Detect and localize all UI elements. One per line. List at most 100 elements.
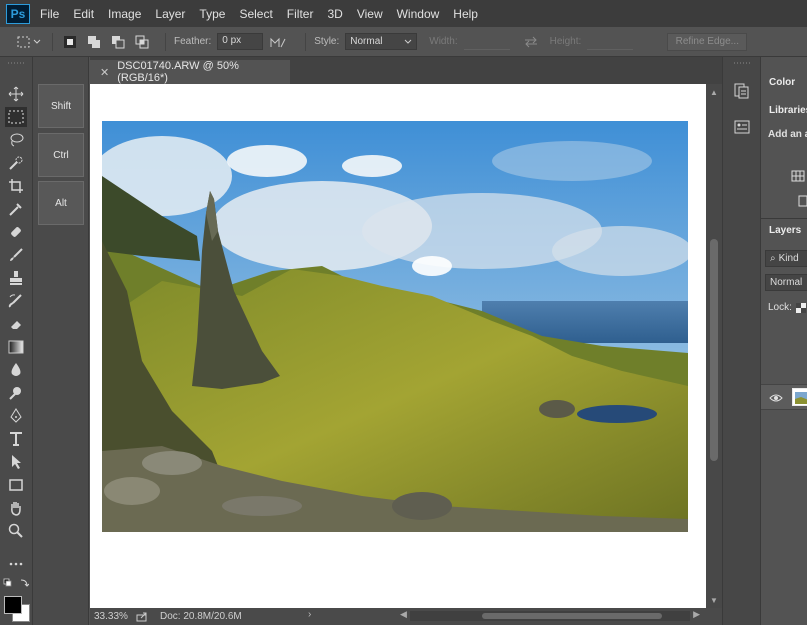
scroll-right-icon[interactable]: ▶: [693, 609, 700, 620]
vertical-scroll-thumb[interactable]: [710, 239, 718, 461]
zoom-tool[interactable]: [5, 521, 27, 541]
menu-window[interactable]: Window: [397, 7, 440, 21]
menu-bar: Ps File Edit Image Layer Type Select Fil…: [0, 0, 807, 27]
menu-3d[interactable]: 3D: [327, 7, 342, 21]
move-icon: [8, 86, 24, 102]
feather-label: Feather:: [174, 36, 212, 47]
gradient-tool[interactable]: [5, 337, 27, 357]
menu-image[interactable]: Image: [108, 7, 141, 21]
tab-color[interactable]: Color: [761, 70, 807, 94]
vertical-scrollbar[interactable]: ▲ ▼: [706, 84, 722, 608]
blur-tool[interactable]: [5, 360, 27, 380]
height-field[interactable]: [587, 33, 634, 50]
dodge-tool[interactable]: [5, 383, 27, 403]
document-canvas[interactable]: [90, 84, 706, 608]
swap-arrows-icon[interactable]: [524, 36, 538, 48]
scroll-down-icon[interactable]: ▼: [706, 594, 722, 606]
clone-stamp-tool[interactable]: [5, 268, 27, 288]
library-grid-icon[interactable]: [791, 170, 805, 182]
edit-toolbar-button[interactable]: [5, 554, 27, 574]
separator: [305, 32, 307, 51]
refine-edge-button[interactable]: Refine Edge...: [667, 32, 748, 51]
eyedropper-tool[interactable]: [5, 199, 27, 219]
scroll-left-icon[interactable]: ◀: [400, 609, 407, 620]
style-select[interactable]: Normal: [345, 33, 418, 50]
panel-grip-icon[interactable]: [732, 60, 752, 66]
separator: [165, 32, 166, 51]
default-colors-icon[interactable]: [3, 578, 29, 592]
tab-layers[interactable]: Layers: [761, 218, 807, 242]
libraries-add-hint: Add an a: [768, 129, 807, 140]
hand-tool[interactable]: [5, 498, 27, 518]
layer-row-background[interactable]: [761, 384, 807, 410]
add-selection-button[interactable]: [85, 33, 102, 50]
foreground-color-swatch[interactable]: [4, 596, 22, 614]
move-tool[interactable]: [5, 84, 27, 104]
panel-grip-icon[interactable]: [6, 60, 26, 66]
quick-select-tool[interactable]: [5, 153, 27, 173]
pen-tool[interactable]: [5, 406, 27, 426]
menu-file[interactable]: File: [40, 7, 59, 21]
tools-panel: [0, 57, 33, 625]
crop-tool[interactable]: [5, 176, 27, 196]
gradient-icon: [8, 340, 24, 354]
menu-filter[interactable]: Filter: [287, 7, 314, 21]
alt-key-button[interactable]: Alt: [38, 181, 84, 225]
zoom-level[interactable]: 33.33%: [94, 611, 130, 622]
properties-panel-button[interactable]: [727, 113, 757, 141]
visibility-eye-icon[interactable]: [769, 393, 783, 403]
rectangle-tool[interactable]: [5, 475, 27, 495]
pen-icon: [10, 408, 22, 423]
menu-view[interactable]: View: [357, 7, 383, 21]
path-select-tool[interactable]: [5, 452, 27, 472]
landscape-photo-image: [102, 121, 688, 532]
anti-alias-icon[interactable]: [269, 36, 287, 48]
status-menu-arrow-icon[interactable]: ›: [308, 609, 311, 620]
marquee-tool[interactable]: [5, 107, 27, 127]
brush-tool[interactable]: [5, 245, 27, 265]
history-brush-tool[interactable]: [5, 291, 27, 311]
eyedropper-icon: [9, 203, 22, 216]
eraser-tool[interactable]: [5, 314, 27, 334]
share-icon[interactable]: [136, 612, 148, 622]
feather-input[interactable]: 0 px: [217, 33, 264, 50]
blend-mode-select[interactable]: Normal: [765, 274, 807, 291]
intersect-selection-button[interactable]: [133, 33, 150, 50]
ctrl-key-button[interactable]: Ctrl: [38, 133, 84, 177]
shift-key-button[interactable]: Shift: [38, 84, 84, 128]
menu-type[interactable]: Type: [199, 7, 225, 21]
horizontal-scroll-thumb[interactable]: [482, 613, 662, 619]
lock-transparent-icon[interactable]: [796, 303, 806, 313]
layer-filter-kind[interactable]: ⌕ Kind: [765, 250, 807, 267]
blend-mode-value: Normal: [770, 277, 803, 288]
type-icon: [10, 432, 22, 446]
scroll-up-icon[interactable]: ▲: [706, 86, 722, 98]
status-bar: 33.33% Doc: 20.8M/20.6M › ◀ ▶: [90, 608, 723, 625]
horizontal-scrollbar[interactable]: ◀ ▶: [400, 609, 700, 621]
new-selection-button[interactable]: [61, 33, 78, 50]
separator: [52, 32, 53, 51]
menu-edit[interactable]: Edit: [73, 7, 94, 21]
lasso-icon: [10, 133, 24, 147]
history-panel-button[interactable]: [727, 77, 757, 105]
eraser-icon: [11, 321, 21, 329]
menu-help[interactable]: Help: [453, 7, 478, 21]
new-selection-icon: [63, 35, 76, 48]
history-brush-icon: [8, 294, 22, 308]
document-tab-strip: ✕ DSC01740.ARW @ 50% (RGB/16*): [90, 57, 723, 84]
tool-preset-picker[interactable]: [14, 32, 44, 52]
tab-libraries[interactable]: Libraries: [761, 98, 807, 122]
healing-brush-tool[interactable]: [5, 222, 27, 242]
menu-layer[interactable]: Layer: [155, 7, 185, 21]
landscape-photo: [102, 121, 688, 532]
lasso-tool[interactable]: [5, 130, 27, 150]
hand-icon: [11, 502, 21, 516]
subtract-selection-button[interactable]: [109, 33, 126, 50]
close-icon[interactable]: ✕: [100, 66, 109, 79]
document-tab[interactable]: ✕ DSC01740.ARW @ 50% (RGB/16*): [90, 60, 290, 84]
menu-select[interactable]: Select: [239, 7, 272, 21]
width-field[interactable]: [463, 33, 510, 50]
type-tool[interactable]: [5, 429, 27, 449]
intersect-selection-icon: [135, 35, 148, 48]
document-icon[interactable]: [798, 195, 807, 207]
